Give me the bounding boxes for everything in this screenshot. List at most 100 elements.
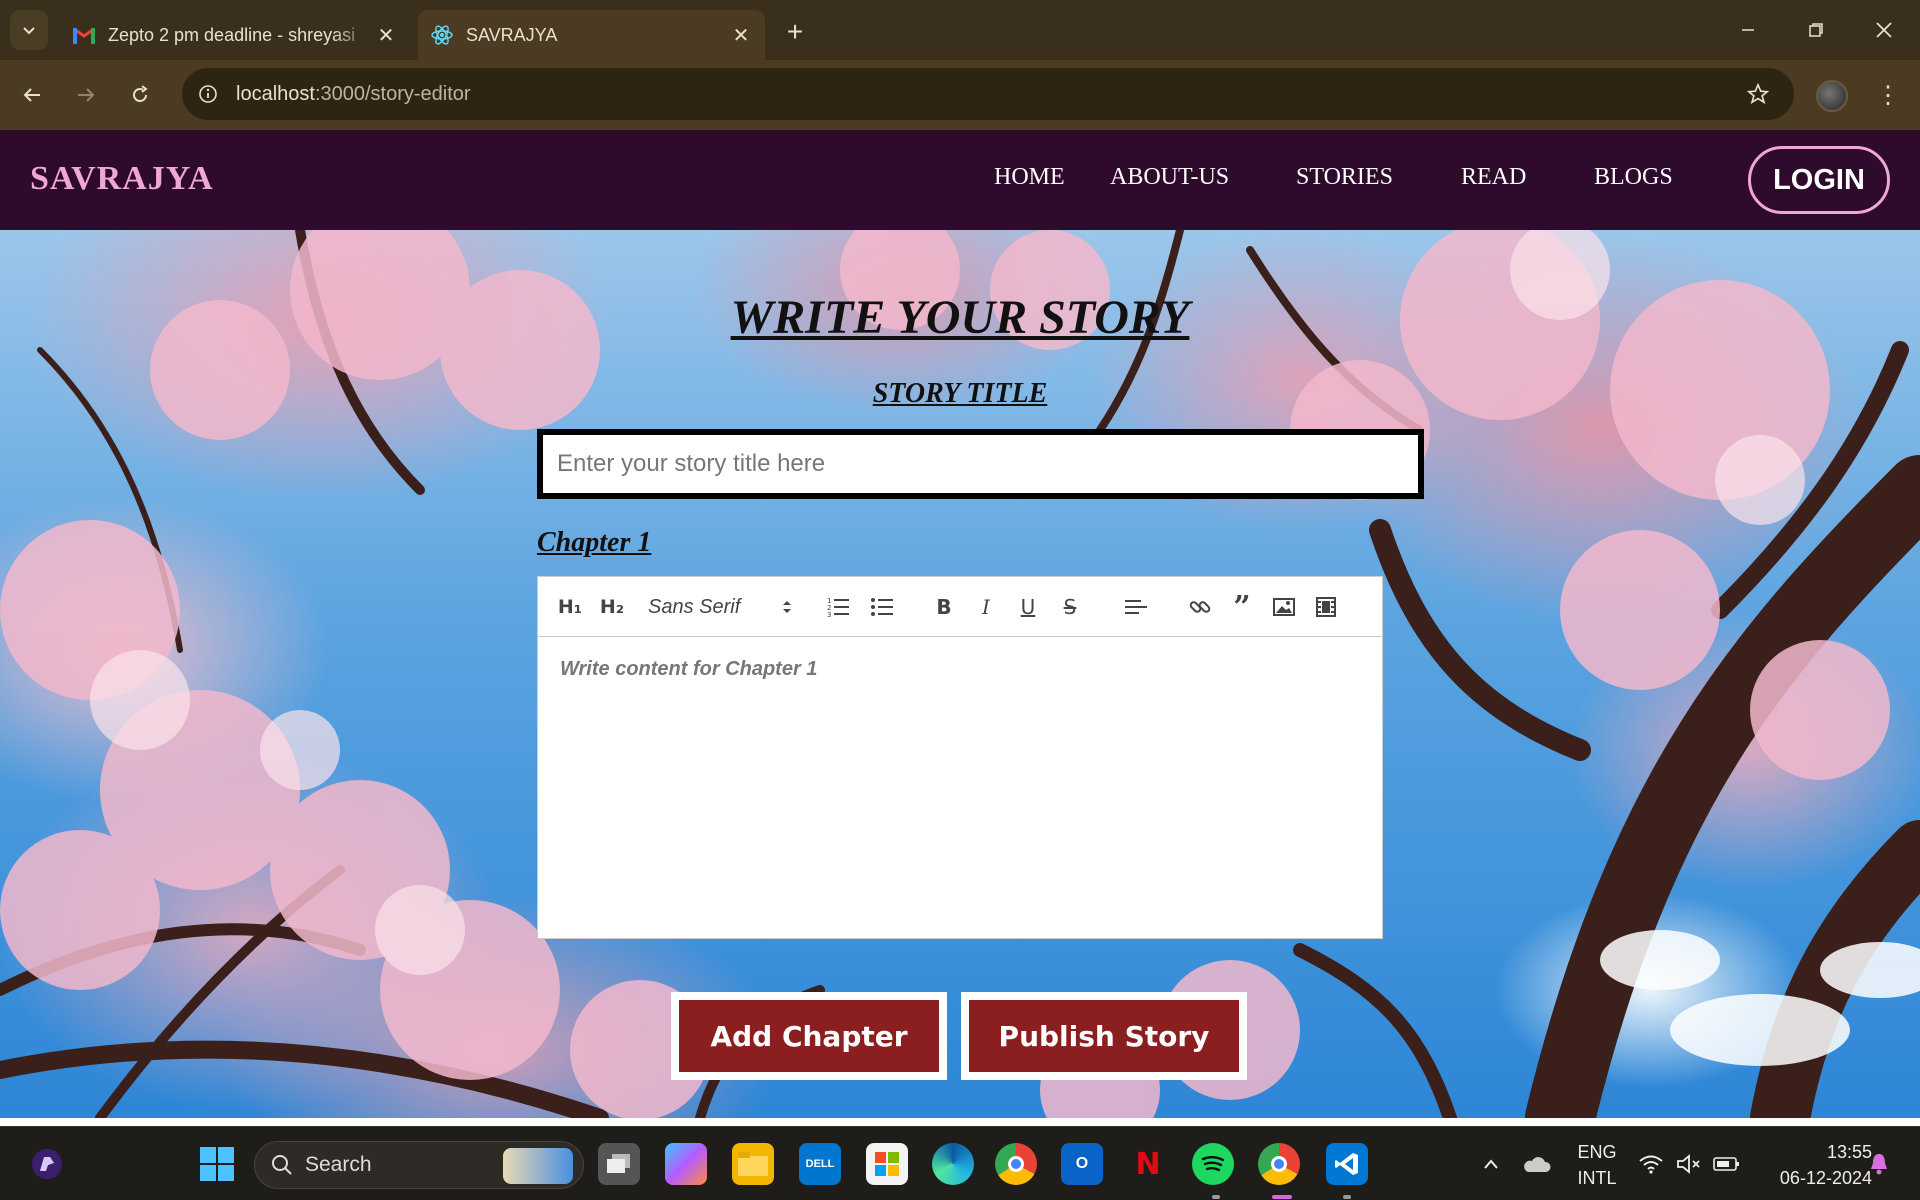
menu-kebab-icon[interactable]: ⋮ [1870,77,1906,113]
clock[interactable]: 13:55 06-12-2024 [1752,1139,1872,1191]
address-bar[interactable]: localhost:3000/story-editor [182,68,1794,120]
svg-text:3: 3 [827,611,831,617]
site-brand[interactable]: SAVRAJYA [30,160,214,198]
image-icon[interactable] [1270,593,1298,621]
keyboard-layout: INTL [1577,1168,1617,1188]
page-title: WRITE YOUR STORY [730,291,1190,344]
taskbar-search[interactable]: Search [254,1141,584,1189]
chevron-up-icon[interactable] [1470,1143,1512,1185]
page-bottom-strip [0,1118,1920,1126]
copilot-icon[interactable] [665,1143,707,1185]
link-icon[interactable] [1186,593,1214,621]
nav-blogs[interactable]: BLOGS [1594,164,1673,191]
page-viewport: SAVRAJYA HOME ABOUT-US STORIES READ BLOG… [0,130,1920,1118]
onedrive-icon[interactable] [1516,1143,1558,1185]
close-icon[interactable]: ✕ [727,21,755,49]
search-icon [271,1154,293,1176]
story-title-label: STORY TITLE [872,378,1048,409]
tab-gmail[interactable]: Zepto 2 pm deadline - shreyasi ✕ [60,10,410,60]
battery-icon[interactable] [1706,1143,1748,1185]
content-placeholder: Write content for Chapter 1 [560,658,818,680]
close-window-button[interactable] [1858,8,1910,52]
font-select-value: Sans Serif [648,595,741,618]
back-button[interactable] [14,77,50,113]
windows-taskbar: Search DELL O N ENG INTL 13:55 06-12-202… [0,1126,1920,1200]
arrow-right-icon [78,88,95,102]
align-icon[interactable] [1122,593,1150,621]
tab-savrajya[interactable]: SAVRAJYA ✕ [418,10,765,60]
bookmark-star-icon[interactable] [1740,76,1776,112]
chrome-icon[interactable] [995,1143,1037,1185]
running-indicator [1212,1195,1220,1199]
minimize-button[interactable] [1722,8,1774,52]
ordered-list-icon[interactable]: 123 [824,593,852,621]
nav-home[interactable]: HOME [994,164,1065,191]
forward-button[interactable] [68,77,104,113]
nav-stories[interactable]: STORIES [1296,164,1393,191]
new-tab-button[interactable]: + [777,14,813,50]
notification-bell-icon[interactable] [1858,1143,1900,1185]
url-path: :3000/story-editor [314,82,471,105]
file-explorer-icon[interactable] [732,1143,774,1185]
tab-title: SAVRAJYA [466,24,558,45]
heading2-button[interactable]: H₂ [598,593,626,621]
quote-icon[interactable]: ” [1228,590,1256,625]
close-icon[interactable]: ✕ [372,21,400,49]
close-icon [1876,22,1892,38]
tab-search-button[interactable] [10,10,48,50]
arrow-left-icon [23,88,40,102]
clock-time: 13:55 [1826,1142,1872,1162]
select-arrows-icon [783,601,791,613]
dell-icon[interactable]: DELL [799,1143,841,1185]
spotify-icon[interactable] [1192,1143,1234,1185]
tab-title: Zepto 2 pm deadline - shreyasi [108,24,356,45]
nav-about-us[interactable]: ABOUT-US [1110,164,1229,191]
strike-icon[interactable]: S [1056,593,1084,621]
task-view-icon[interactable] [598,1143,640,1185]
site-navbar: SAVRAJYA HOME ABOUT-US STORIES READ BLOG… [0,130,1920,230]
url-host: localhost [236,82,315,105]
minimize-icon [1742,29,1754,31]
windows-start-icon[interactable] [196,1143,238,1185]
edge-icon[interactable] [932,1143,974,1185]
language-indicator[interactable]: ENG INTL [1570,1139,1624,1191]
font-select[interactable]: Sans Serif [648,591,793,623]
chapter-content-area[interactable]: Write content for Chapter 1 [538,638,1382,938]
vscode-icon[interactable] [1326,1143,1368,1185]
underline-icon[interactable]: U [1014,593,1042,621]
widgets-icon[interactable] [26,1143,68,1185]
chapter-label: Chapter 1 [537,527,652,558]
heading1-button[interactable]: H₁ [556,593,584,621]
browser-tab-bar: Zepto 2 pm deadline - shreyasi ✕ SAVRAJY… [0,0,1920,60]
site-info-icon[interactable] [188,74,228,114]
restore-button[interactable] [1790,8,1842,52]
react-icon [430,23,454,47]
outlook-icon[interactable]: O [1061,1143,1103,1185]
story-title-input[interactable] [537,429,1424,499]
netflix-icon[interactable]: N [1127,1143,1169,1185]
gmail-icon [72,23,96,47]
bold-icon[interactable]: B [930,593,958,621]
reload-icon [133,85,148,102]
chrome-profile-icon[interactable] [1258,1143,1300,1185]
active-indicator [1272,1195,1292,1199]
wifi-icon[interactable] [1630,1143,1672,1185]
editor-toolbar: H₁ H₂ Sans Serif 123 B I U S ” [538,577,1382,637]
url-text[interactable]: localhost:3000/story-editor [236,83,471,106]
publish-story-button[interactable]: Publish Story [961,992,1247,1080]
chevron-down-icon [23,27,35,35]
profile-avatar[interactable] [1816,80,1848,112]
video-icon[interactable] [1312,593,1340,621]
bullet-list-icon[interactable] [868,593,896,621]
login-button[interactable]: LOGIN [1748,146,1890,214]
reload-button[interactable] [122,77,158,113]
browser-toolbar: localhost:3000/story-editor ⋮ [0,60,1920,130]
clock-date: 06-12-2024 [1779,1168,1872,1188]
volume-muted-icon[interactable] [1668,1143,1710,1185]
italic-icon[interactable]: I [972,593,1000,621]
nav-read[interactable]: READ [1461,164,1526,191]
microsoft-store-icon[interactable] [866,1143,908,1185]
search-highlight-image [503,1148,573,1184]
add-chapter-button[interactable]: Add Chapter [671,992,947,1080]
chapter-editor: H₁ H₂ Sans Serif 123 B I U S ” Write con… [537,576,1383,939]
